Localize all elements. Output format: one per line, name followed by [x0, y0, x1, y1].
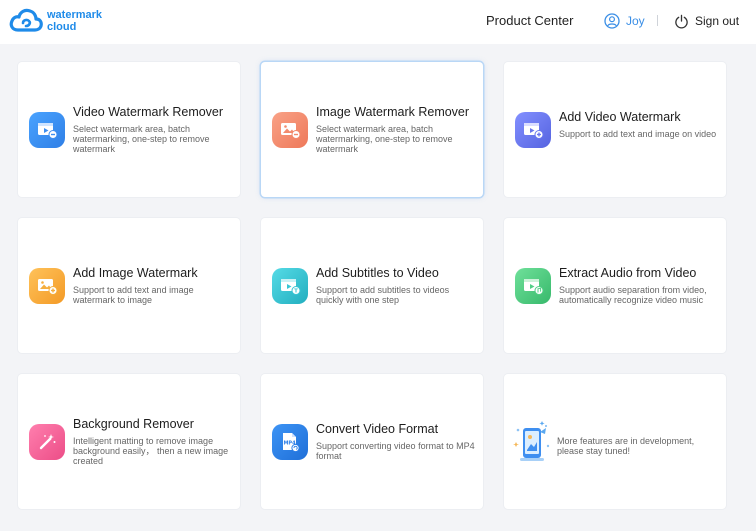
logo-line-2: cloud — [47, 21, 77, 33]
card-title: Background Remover — [73, 417, 194, 431]
phone-illustration-icon — [513, 421, 550, 461]
card-description: Support converting video format to MP4 f… — [316, 441, 475, 461]
card-title: Add Image Watermark — [73, 266, 198, 280]
card-description: Support to add text and image watermark … — [73, 285, 194, 305]
card-description: Support to add subtitles to videos quick… — [316, 285, 450, 305]
svg-text:T: T — [294, 289, 298, 295]
card-description: Support to add text and image on video — [559, 129, 717, 139]
card-convert-video-format[interactable]: MP4 Convert Video Format Support convert… — [261, 374, 483, 509]
sign-out-label: Sign out — [695, 14, 740, 28]
video-add-icon — [515, 112, 551, 148]
cloud-logo-icon — [9, 8, 43, 32]
image-remove-icon — [272, 112, 308, 148]
logo-line-1: watermark — [47, 9, 103, 21]
card-add-subtitles[interactable]: T Add Subtitles to Video Support to add … — [261, 218, 483, 353]
top-bar: watermark cloud Product Center Joy Sign … — [0, 0, 756, 44]
audio-extract-icon — [515, 268, 551, 304]
card-description: Select watermark area, batch watermarkin… — [316, 124, 453, 154]
video-remove-icon — [29, 112, 65, 148]
card-title: Add Video Watermark — [559, 110, 681, 124]
card-title: Add Subtitles to Video — [316, 266, 439, 280]
card-description: Select watermark area, batch watermarkin… — [73, 124, 210, 154]
mp4-file-icon: MP4 — [272, 424, 308, 460]
card-add-image-watermark[interactable]: Add Image Watermark Support to add text … — [18, 218, 240, 353]
user-name: Joy — [626, 14, 645, 28]
logo[interactable]: watermark cloud — [9, 6, 109, 38]
magic-wand-icon — [29, 424, 65, 460]
card-title: Convert Video Format — [316, 422, 439, 436]
sign-out-button[interactable]: Sign out — [674, 12, 739, 30]
card-description: Support audio separation from video, aut… — [559, 285, 707, 305]
user-menu[interactable]: Joy — [604, 12, 645, 30]
power-icon — [675, 14, 688, 28]
card-title: Video Watermark Remover — [73, 105, 224, 119]
card-background-remover[interactable]: Background Remover Intelligent matting t… — [18, 374, 240, 509]
subtitle-icon: T — [272, 268, 308, 304]
card-title: Image Watermark Remover — [316, 105, 470, 119]
card-video-watermark-remover[interactable]: Video Watermark Remover Select watermark… — [18, 62, 240, 197]
card-description: Intelligent matting to remove image back… — [73, 436, 229, 466]
coming-soon-text: More features are in development, please… — [557, 436, 695, 456]
card-add-video-watermark[interactable]: Add Video Watermark Support to add text … — [504, 62, 726, 197]
card-image-watermark-remover[interactable]: Image Watermark Remover Select watermark… — [261, 62, 483, 197]
header-divider — [657, 15, 658, 26]
card-coming-soon: More features are in development, please… — [504, 374, 726, 509]
card-extract-audio[interactable]: Extract Audio from Video Support audio s… — [504, 218, 726, 353]
product-center-link[interactable]: Product Center — [486, 13, 573, 28]
user-icon — [604, 13, 620, 29]
image-add-icon — [29, 268, 65, 304]
card-title: Extract Audio from Video — [559, 266, 697, 280]
